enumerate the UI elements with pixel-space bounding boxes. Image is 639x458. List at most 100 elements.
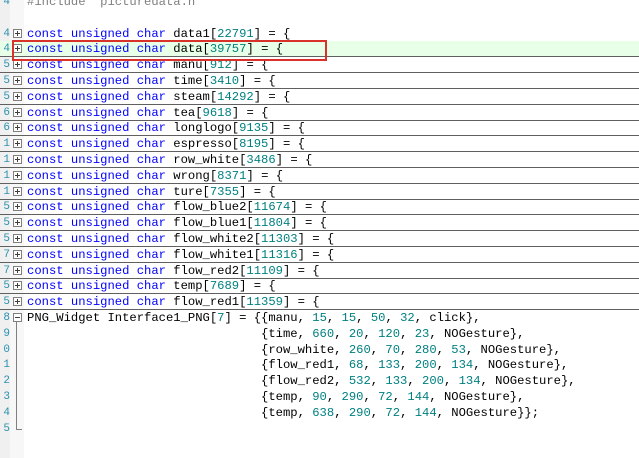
code-line[interactable]: 5 [0,421,639,437]
code-line[interactable]: 5 const unsigned char flow_blue2[11674] =… [0,199,639,216]
number-token: 72 [385,405,401,420]
fold-expand-icon[interactable] [13,60,22,70]
code-line[interactable]: 5 const unsigned char flow_white2[11303] … [0,231,639,247]
code-line[interactable]: 5 const unsigned char temp[7689] = { [0,278,639,295]
code-line[interactable]: 1 const unsigned char espresso[8195] = { [0,136,639,153]
code-token: , [363,358,379,373]
fold-expand-icon[interactable] [13,234,22,243]
line-number: 1 [3,169,10,182]
fold-expand-icon[interactable] [13,91,22,101]
number-token: 50 [370,311,386,325]
code-line[interactable]: 7 const unsigned char flow_white1[11316] … [0,247,639,263]
number-token: 133 [385,374,408,389]
code-text: const unsigned char temp[7689] = { [27,278,276,294]
code-line[interactable]: 6 const unsigned char tea[9618] = { [0,105,639,121]
fold-expand-icon[interactable] [13,218,22,228]
line-number: 4 [3,406,10,419]
code-token: , [334,326,349,341]
keyword-token: const unsigned char [27,247,174,262]
number-token: 23 [414,326,430,341]
fold-expand-icon[interactable] [13,249,22,259]
code-line[interactable]: 7 const unsigned char flow_red2[11109] = … [0,263,639,279]
code-editor[interactable]: 4 #include "picturedata.h" 4 const unsigned… [0,0,639,458]
code-token: ] = {{manu, [224,311,313,325]
code-line[interactable]: 4 {temp, 638, 290, 72, 144, NOGesture}}; [0,405,639,421]
keyword-token: const unsigned char [27,216,174,231]
line-number: 5 [3,217,10,230]
fold-guide-end [16,428,22,430]
code-token: , NOGesture}, [473,358,569,373]
number-token: 133 [378,358,401,373]
code-line[interactable]: 3 {temp, 90, 290, 72, 144, NOGesture}, [0,389,639,405]
code-token: {row_white, [27,342,349,357]
code-token: , [443,374,459,389]
keyword-token: const unsigned char [27,137,174,152]
code-token: ] = { [246,168,284,183]
code-line[interactable]: 9 {time, 660, 20, 120, 23, NOGesture}, [0,326,639,342]
code-token: PNG_Widget Interface1_PNG[ [27,311,218,325]
annotation-highlight-box [12,40,327,61]
fold-expand-icon[interactable] [13,76,22,85]
fold-expand-icon[interactable] [13,123,22,133]
keyword-token: const unsigned char [27,105,174,120]
number-token: 144 [414,405,437,420]
fold-expand-icon[interactable] [13,265,22,275]
number-token: 11359 [246,295,283,310]
number-token: 120 [378,326,401,341]
code-line[interactable]: 5 const unsigned char time[3410] = { [0,73,639,89]
code-line[interactable]: 5 const unsigned char flow_blue1[11804] =… [0,215,639,232]
number-token: 11109 [246,263,283,278]
fold-expand-icon[interactable] [13,297,22,307]
number-token: 280 [414,342,437,357]
fold-expand-icon[interactable] [13,107,22,117]
code-token: , [407,374,422,389]
code-token: , [400,405,415,420]
code-token: ] = { [253,89,291,104]
code-line[interactable]: 1 const unsigned char ture[7355] = { [0,184,639,200]
line-number: 4 [3,0,10,8]
fold-expand-icon[interactable] [13,186,22,196]
code-line[interactable]: 8 PNG_Widget Interface1_PNG[7] = {{manu, … [0,310,639,326]
fold-expand-icon[interactable] [13,155,22,164]
fold-expand-icon[interactable] [13,170,22,180]
code-token: wrong[ [173,168,218,183]
code-line[interactable]: 6 const unsigned char longlogo[9135] = { [0,120,639,137]
number-token: 53 [451,342,466,357]
fold-expand-icon[interactable] [13,281,22,291]
number-token: 11303 [261,232,298,246]
code-line[interactable]: 4 #include "picturedata.h" [0,0,639,10]
code-line[interactable]: 1 const unsigned char row_white[3486] = { [0,152,639,168]
keyword-token: const unsigned char [27,26,174,41]
code-text: const unsigned char longlogo[9135] = { [27,120,305,136]
line-number: 1 [3,138,10,151]
fold-expand-icon[interactable] [13,202,22,212]
code-token: #include [27,0,93,9]
code-token: {temp, [27,390,313,404]
fold-expand-icon[interactable] [13,139,22,149]
number-token: 660 [312,326,335,341]
code-token: espresso[ [173,137,240,152]
line-number: 5 [3,280,10,293]
number-token: 290 [341,390,364,404]
line-number: 3 [3,391,10,403]
number-token: 144 [407,390,430,404]
number-token: 638 [312,405,335,420]
code-token: , [356,311,371,325]
number-token: 200 [422,374,444,389]
line-number: 7 [3,264,10,277]
code-line[interactable]: 5 const unsigned char flow_red1[11359] = … [0,294,639,311]
line-number: 1 [3,154,10,166]
code-line[interactable]: 0 {row_white, 260, 70, 280, 53, NOGestur… [0,342,639,358]
code-line[interactable] [0,436,639,452]
code-line[interactable]: 2 {flow_red2, 532, 133, 200, 134, NOGest… [0,373,639,389]
code-line[interactable]: 1 const unsigned char wrong[8371] = { [0,168,639,184]
code-token: flow_white2[ [173,232,262,246]
code-line[interactable]: 1 {flow_red1, 68, 133, 200, 134, NOGestu… [0,357,639,373]
fold-expand-icon[interactable] [13,28,22,38]
code-token: ] = { [239,184,276,199]
fold-collapse-icon[interactable] [13,313,22,322]
code-line[interactable] [0,10,639,26]
code-token: , [326,390,342,404]
code-line[interactable]: 5 const unsigned char steam[14292] = { [0,89,639,105]
number-token: 3486 [246,153,276,167]
